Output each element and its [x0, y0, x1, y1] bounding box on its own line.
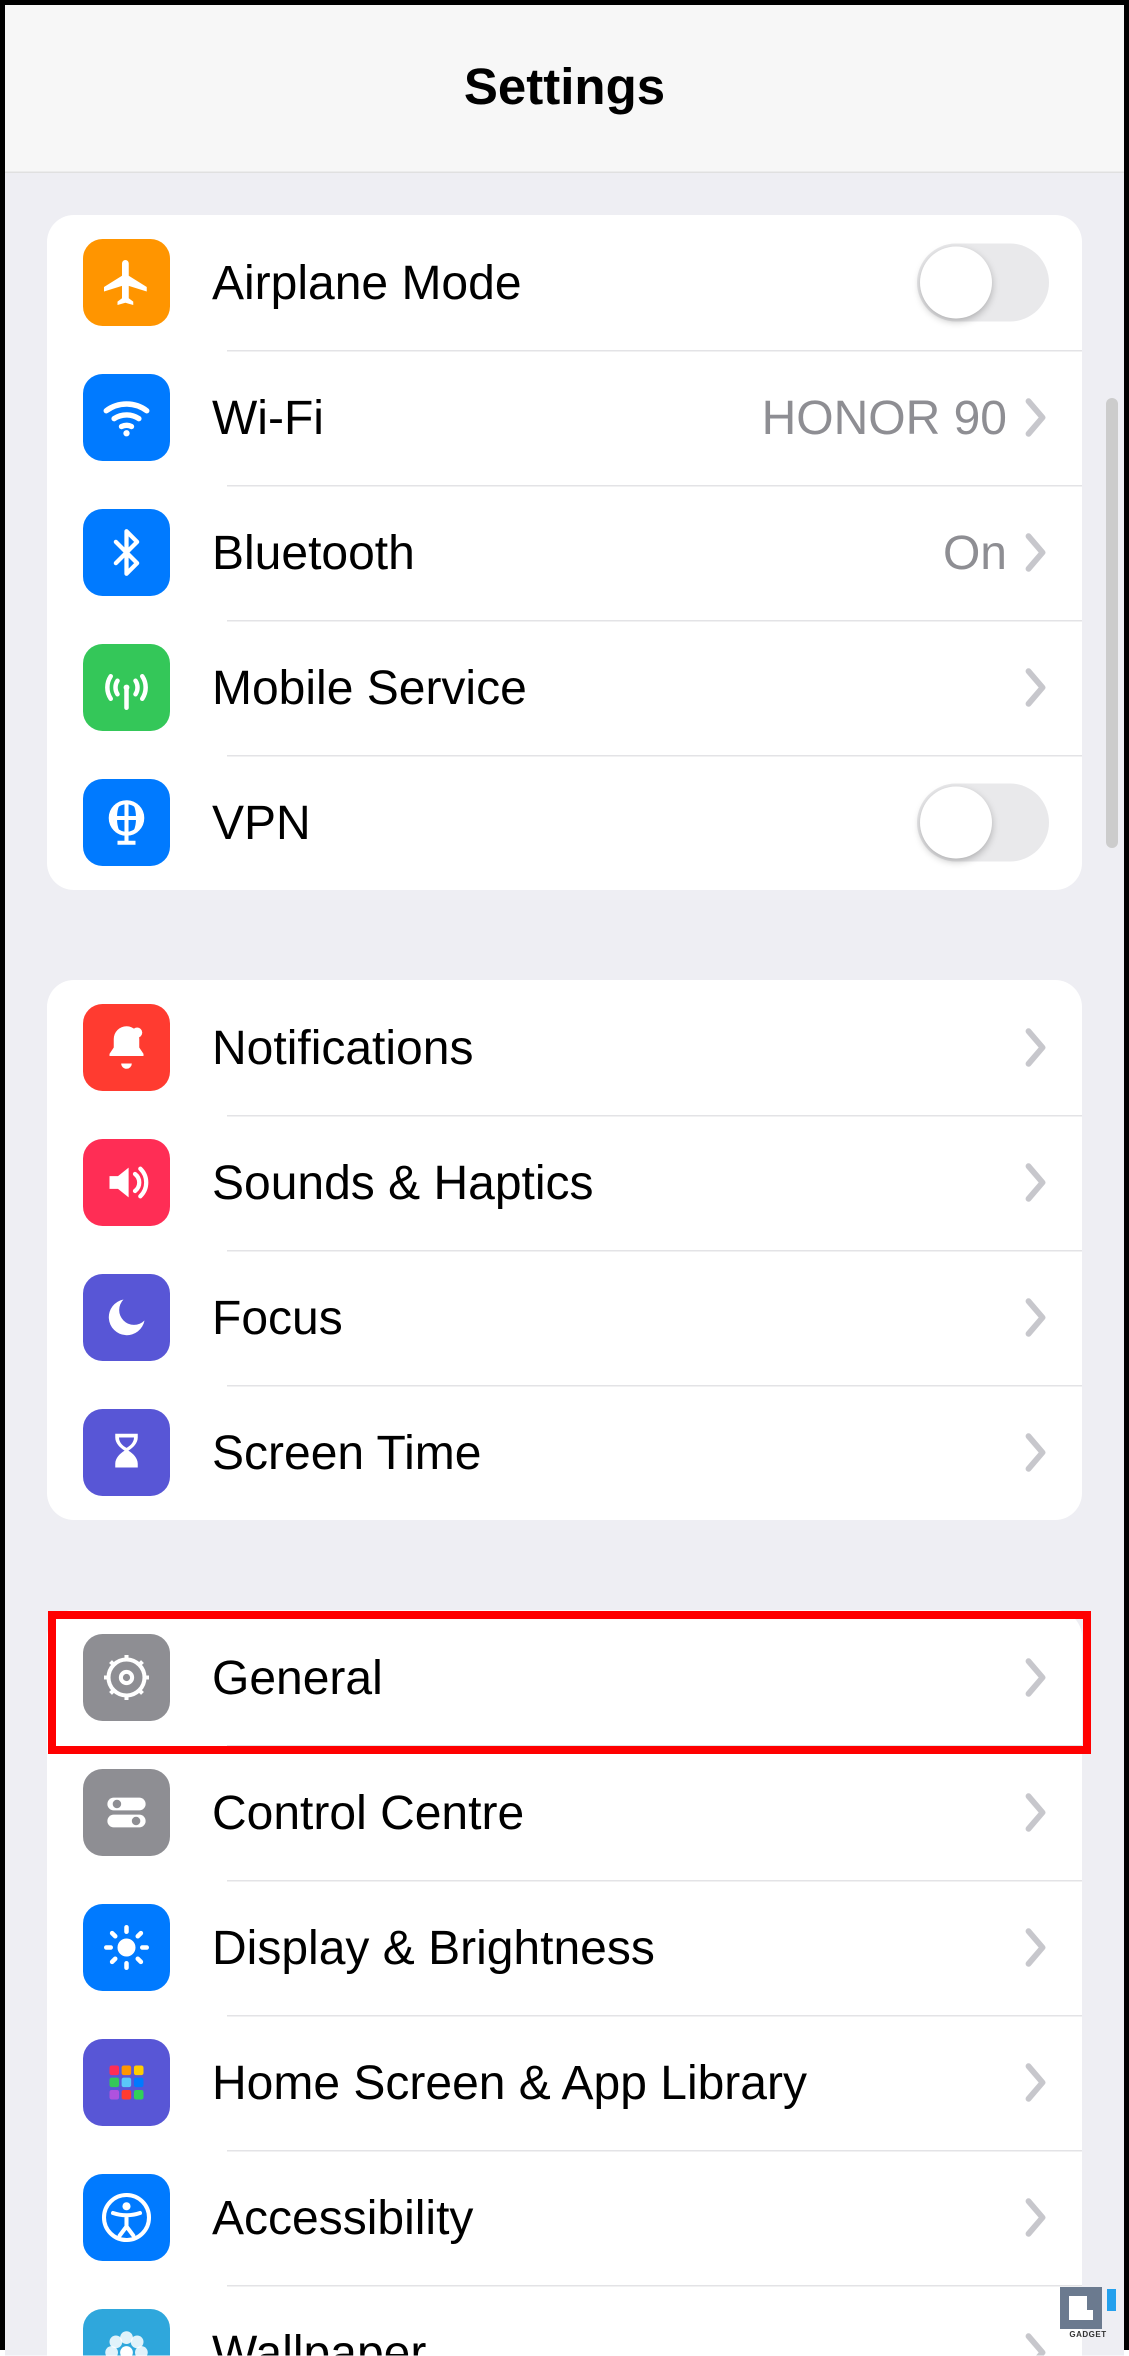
row-control-centre[interactable]: Control Centre	[47, 1745, 1082, 1880]
chevron-right-icon	[1022, 2062, 1049, 2104]
row-label: Wi-Fi	[212, 390, 762, 446]
chevron-right-icon	[1022, 1792, 1049, 1834]
row-label: Sounds & Haptics	[212, 1155, 1022, 1211]
row-label: Bluetooth	[212, 525, 943, 581]
watermark-text: GADGET	[1069, 2330, 1106, 2339]
row-label: Wallpaper	[212, 2325, 1022, 2356]
gear-icon	[83, 1634, 170, 1721]
row-label: VPN	[212, 795, 917, 851]
chevron-right-icon	[1022, 1162, 1049, 1204]
watermark: GADGET	[1060, 2287, 1116, 2339]
watermark-logo-icon	[1060, 2287, 1116, 2329]
row-label: General	[212, 1650, 1022, 1706]
row-vpn[interactable]: VPN	[47, 755, 1082, 890]
row-label: Home Screen & App Library	[212, 2055, 1022, 2111]
row-display-brightness[interactable]: Display & Brightness	[47, 1880, 1082, 2015]
row-notifications[interactable]: Notifications	[47, 980, 1082, 1115]
chevron-right-icon	[1022, 1927, 1049, 1969]
apps-icon	[83, 2039, 170, 2126]
row-home-screen[interactable]: Home Screen & App Library	[47, 2015, 1082, 2150]
row-label: Focus	[212, 1290, 1022, 1346]
row-airplane-mode[interactable]: Airplane Mode	[47, 215, 1082, 350]
row-wallpaper[interactable]: Wallpaper	[47, 2285, 1082, 2356]
settings-header: Settings	[5, 5, 1124, 173]
settings-content: Airplane Mode Wi-Fi HONOR 90 Bluetooth O…	[5, 173, 1124, 2356]
settings-group-connectivity: Airplane Mode Wi-Fi HONOR 90 Bluetooth O…	[47, 215, 1082, 890]
row-label: Airplane Mode	[212, 255, 917, 311]
row-wifi[interactable]: Wi-Fi HONOR 90	[47, 350, 1082, 485]
moon-icon	[83, 1274, 170, 1361]
row-general[interactable]: General	[47, 1610, 1082, 1745]
row-label: Notifications	[212, 1020, 1022, 1076]
scrollbar[interactable]	[1106, 398, 1118, 848]
row-label: Control Centre	[212, 1785, 1022, 1841]
chevron-right-icon	[1022, 1657, 1049, 1699]
sun-icon	[83, 1904, 170, 1991]
settings-group-alerts: Notifications Sounds & Haptics Focus	[47, 980, 1082, 1520]
chevron-right-icon	[1022, 1432, 1049, 1474]
antenna-icon	[83, 644, 170, 731]
airplane-toggle[interactable]	[917, 244, 1049, 322]
row-sounds-haptics[interactable]: Sounds & Haptics	[47, 1115, 1082, 1250]
hourglass-icon	[83, 1409, 170, 1496]
row-screen-time[interactable]: Screen Time	[47, 1385, 1082, 1520]
accessibility-icon	[83, 2174, 170, 2261]
vpn-toggle[interactable]	[917, 784, 1049, 862]
row-label: Screen Time	[212, 1425, 1022, 1481]
row-label: Accessibility	[212, 2190, 1022, 2246]
chevron-right-icon	[1022, 397, 1049, 439]
chevron-right-icon	[1022, 2197, 1049, 2239]
chevron-right-icon	[1022, 667, 1049, 709]
chevron-right-icon	[1022, 1297, 1049, 1339]
switches-icon	[83, 1769, 170, 1856]
wifi-detail: HONOR 90	[762, 390, 1007, 446]
airplane-icon	[83, 239, 170, 326]
bluetooth-icon	[83, 509, 170, 596]
chevron-right-icon	[1022, 532, 1049, 574]
row-accessibility[interactable]: Accessibility	[47, 2150, 1082, 2285]
row-mobile-service[interactable]: Mobile Service	[47, 620, 1082, 755]
row-label: Mobile Service	[212, 660, 1022, 716]
settings-group-system: General Control Centre Display & Brightn…	[47, 1610, 1082, 2356]
bluetooth-detail: On	[943, 525, 1007, 581]
page-title: Settings	[464, 59, 665, 118]
bell-icon	[83, 1004, 170, 1091]
row-focus[interactable]: Focus	[47, 1250, 1082, 1385]
wifi-icon	[83, 374, 170, 461]
row-bluetooth[interactable]: Bluetooth On	[47, 485, 1082, 620]
chevron-right-icon	[1022, 2332, 1049, 2356]
vpn-icon	[83, 779, 170, 866]
flower-icon	[83, 2309, 170, 2356]
row-label: Display & Brightness	[212, 1920, 1022, 1976]
speaker-icon	[83, 1139, 170, 1226]
chevron-right-icon	[1022, 1027, 1049, 1069]
